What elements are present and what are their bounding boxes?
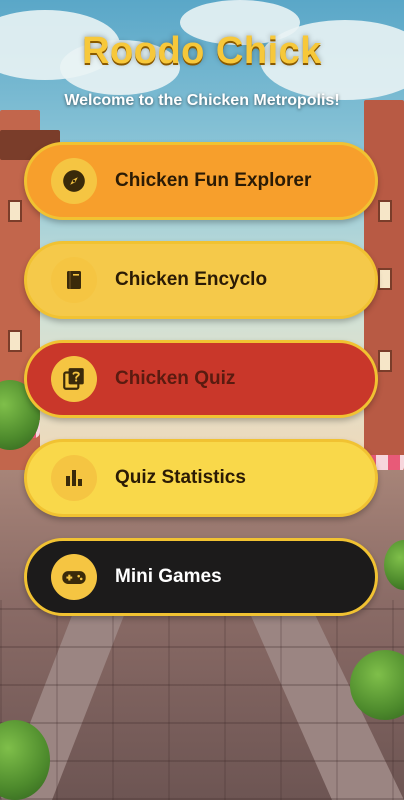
book-icon: [51, 257, 97, 303]
welcome-subtitle: Welcome to the Chicken Metropolis!: [64, 92, 340, 109]
window: [8, 200, 22, 222]
window: [378, 200, 392, 222]
pavement-tiles: [0, 600, 404, 800]
window: [8, 330, 22, 352]
compass-icon: [51, 158, 97, 204]
window: [378, 268, 392, 290]
bar-chart-icon: [51, 455, 97, 501]
menu-label: Chicken Fun Explorer: [115, 170, 312, 191]
mini-games-button[interactable]: Mini Games: [24, 538, 378, 616]
menu-label: Mini Games: [115, 566, 222, 587]
gamepad-icon: [51, 554, 97, 600]
chicken-encyclo-button[interactable]: Chicken Encyclo: [24, 241, 378, 319]
quiz-statistics-button[interactable]: Quiz Statistics: [24, 439, 378, 517]
window: [378, 350, 392, 372]
chicken-quiz-button[interactable]: Chicken Quiz: [24, 340, 378, 418]
quiz-icon: [51, 356, 97, 402]
menu-label: Chicken Quiz: [115, 368, 236, 389]
chicken-fun-explorer-button[interactable]: Chicken Fun Explorer: [24, 142, 378, 220]
menu-label: Chicken Encyclo: [115, 269, 268, 290]
menu-label: Quiz Statistics: [115, 467, 246, 488]
app-title: Roodo Chick: [82, 30, 322, 72]
